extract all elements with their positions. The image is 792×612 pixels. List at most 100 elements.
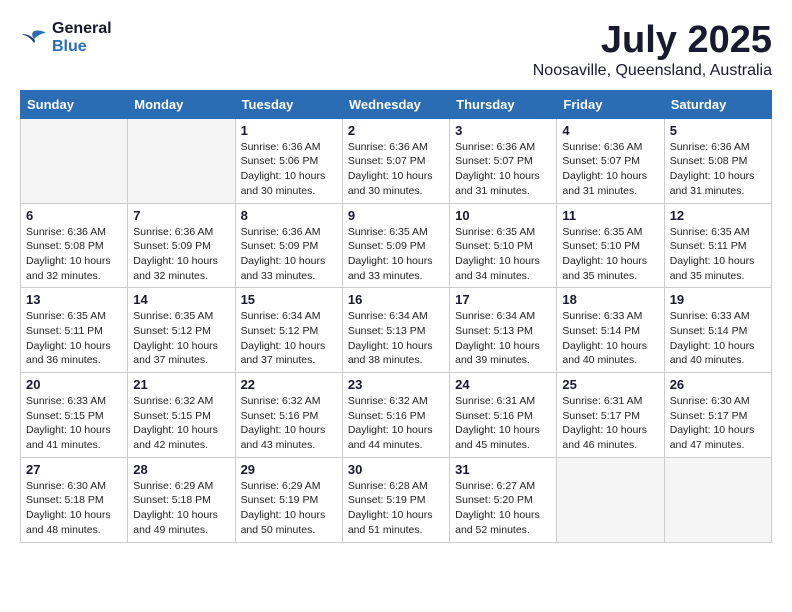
- calendar-cell: 14 Sunrise: 6:35 AM Sunset: 5:12 PM Dayli…: [128, 288, 235, 373]
- day-number: 22: [241, 377, 337, 392]
- day-number: 6: [26, 208, 122, 223]
- calendar-cell: 16 Sunrise: 6:34 AM Sunset: 5:13 PM Dayli…: [342, 288, 449, 373]
- day-info: Sunrise: 6:32 AM Sunset: 5:15 PM Dayligh…: [133, 394, 229, 453]
- day-info: Sunrise: 6:36 AM Sunset: 5:07 PM Dayligh…: [348, 140, 444, 199]
- day-info: Sunrise: 6:36 AM Sunset: 5:08 PM Dayligh…: [26, 225, 122, 284]
- day-info: Sunrise: 6:35 AM Sunset: 5:11 PM Dayligh…: [26, 309, 122, 368]
- day-number: 27: [26, 462, 122, 477]
- day-number: 10: [455, 208, 551, 223]
- day-info: Sunrise: 6:35 AM Sunset: 5:12 PM Dayligh…: [133, 309, 229, 368]
- calendar-cell: 20 Sunrise: 6:33 AM Sunset: 5:15 PM Dayli…: [21, 373, 128, 458]
- calendar-cell: 31 Sunrise: 6:27 AM Sunset: 5:20 PM Dayli…: [450, 457, 557, 542]
- day-number: 23: [348, 377, 444, 392]
- day-number: 21: [133, 377, 229, 392]
- weekday-header-saturday: Saturday: [664, 90, 771, 118]
- day-info: Sunrise: 6:29 AM Sunset: 5:19 PM Dayligh…: [241, 479, 337, 538]
- week-row-5: 27 Sunrise: 6:30 AM Sunset: 5:18 PM Dayli…: [21, 457, 772, 542]
- day-info: Sunrise: 6:29 AM Sunset: 5:18 PM Dayligh…: [133, 479, 229, 538]
- day-number: 7: [133, 208, 229, 223]
- day-info: Sunrise: 6:35 AM Sunset: 5:10 PM Dayligh…: [455, 225, 551, 284]
- calendar-cell: 29 Sunrise: 6:29 AM Sunset: 5:19 PM Dayli…: [235, 457, 342, 542]
- calendar-cell: [664, 457, 771, 542]
- day-number: 24: [455, 377, 551, 392]
- day-info: Sunrise: 6:33 AM Sunset: 5:15 PM Dayligh…: [26, 394, 122, 453]
- day-number: 16: [348, 292, 444, 307]
- weekday-header-sunday: Sunday: [21, 90, 128, 118]
- calendar-cell: 25 Sunrise: 6:31 AM Sunset: 5:17 PM Dayli…: [557, 373, 664, 458]
- calendar-cell: 12 Sunrise: 6:35 AM Sunset: 5:11 PM Dayli…: [664, 203, 771, 288]
- day-number: 1: [241, 123, 337, 138]
- calendar-cell: [128, 118, 235, 203]
- day-number: 20: [26, 377, 122, 392]
- calendar-cell: 15 Sunrise: 6:34 AM Sunset: 5:12 PM Dayli…: [235, 288, 342, 373]
- day-number: 19: [670, 292, 766, 307]
- day-info: Sunrise: 6:36 AM Sunset: 5:09 PM Dayligh…: [133, 225, 229, 284]
- calendar-cell: 13 Sunrise: 6:35 AM Sunset: 5:11 PM Dayli…: [21, 288, 128, 373]
- day-number: 15: [241, 292, 337, 307]
- calendar-cell: 28 Sunrise: 6:29 AM Sunset: 5:18 PM Dayli…: [128, 457, 235, 542]
- day-info: Sunrise: 6:35 AM Sunset: 5:09 PM Dayligh…: [348, 225, 444, 284]
- calendar-cell: 30 Sunrise: 6:28 AM Sunset: 5:19 PM Dayli…: [342, 457, 449, 542]
- calendar-cell: 8 Sunrise: 6:36 AM Sunset: 5:09 PM Daylig…: [235, 203, 342, 288]
- day-number: 26: [670, 377, 766, 392]
- week-row-1: 1 Sunrise: 6:36 AM Sunset: 5:06 PM Daylig…: [21, 118, 772, 203]
- day-number: 28: [133, 462, 229, 477]
- day-number: 12: [670, 208, 766, 223]
- day-number: 30: [348, 462, 444, 477]
- calendar-table: SundayMondayTuesdayWednesdayThursdayFrid…: [20, 90, 772, 543]
- calendar-cell: [557, 457, 664, 542]
- logo: General Blue: [20, 20, 112, 55]
- day-info: Sunrise: 6:35 AM Sunset: 5:11 PM Dayligh…: [670, 225, 766, 284]
- calendar-cell: 23Sunrise: 6:32 AM Sunset: 5:16 PM Dayli…: [342, 373, 449, 458]
- day-info: Sunrise: 6:32 AM Sunset: 5:16 PM Dayligh…: [241, 394, 337, 453]
- day-info: Sunrise: 6:34 AM Sunset: 5:13 PM Dayligh…: [348, 309, 444, 368]
- day-number: 25: [562, 377, 658, 392]
- week-row-2: 6 Sunrise: 6:36 AM Sunset: 5:08 PM Daylig…: [21, 203, 772, 288]
- day-number: 9: [348, 208, 444, 223]
- day-number: 2: [348, 123, 444, 138]
- day-info: Sunrise: 6:36 AM Sunset: 5:09 PM Dayligh…: [241, 225, 337, 284]
- day-info: Sunrise: 6:30 AM Sunset: 5:18 PM Dayligh…: [26, 479, 122, 538]
- calendar-cell: 5Sunrise: 6:36 AM Sunset: 5:08 PM Daylig…: [664, 118, 771, 203]
- day-info: Sunrise: 6:31 AM Sunset: 5:17 PM Dayligh…: [562, 394, 658, 453]
- logo-bird-icon: [20, 27, 48, 49]
- main-title: July 2025: [533, 20, 772, 62]
- day-number: 8: [241, 208, 337, 223]
- week-row-4: 20 Sunrise: 6:33 AM Sunset: 5:15 PM Dayli…: [21, 373, 772, 458]
- day-number: 3: [455, 123, 551, 138]
- day-info: Sunrise: 6:36 AM Sunset: 5:08 PM Dayligh…: [670, 140, 766, 199]
- calendar-cell: 2 Sunrise: 6:36 AM Sunset: 5:07 PM Daylig…: [342, 118, 449, 203]
- day-number: 14: [133, 292, 229, 307]
- day-info: Sunrise: 6:33 AM Sunset: 5:14 PM Dayligh…: [562, 309, 658, 368]
- calendar-cell: 19Sunrise: 6:33 AM Sunset: 5:14 PM Dayli…: [664, 288, 771, 373]
- calendar-cell: 18Sunrise: 6:33 AM Sunset: 5:14 PM Dayli…: [557, 288, 664, 373]
- calendar-cell: 3Sunrise: 6:36 AM Sunset: 5:07 PM Daylig…: [450, 118, 557, 203]
- weekday-header-monday: Monday: [128, 90, 235, 118]
- week-row-3: 13 Sunrise: 6:35 AM Sunset: 5:11 PM Dayli…: [21, 288, 772, 373]
- logo-text: General Blue: [52, 20, 112, 55]
- weekday-header-row: SundayMondayTuesdayWednesdayThursdayFrid…: [21, 90, 772, 118]
- day-number: 13: [26, 292, 122, 307]
- day-number: 4: [562, 123, 658, 138]
- day-number: 31: [455, 462, 551, 477]
- calendar-cell: 27 Sunrise: 6:30 AM Sunset: 5:18 PM Dayli…: [21, 457, 128, 542]
- calendar-cell: 26 Sunrise: 6:30 AM Sunset: 5:17 PM Dayli…: [664, 373, 771, 458]
- day-info: Sunrise: 6:27 AM Sunset: 5:20 PM Dayligh…: [455, 479, 551, 538]
- calendar-cell: 10 Sunrise: 6:35 AM Sunset: 5:10 PM Dayli…: [450, 203, 557, 288]
- day-number: 29: [241, 462, 337, 477]
- day-info: Sunrise: 6:34 AM Sunset: 5:12 PM Dayligh…: [241, 309, 337, 368]
- title-block: July 2025 Noosaville, Queensland, Austra…: [533, 20, 772, 80]
- calendar-cell: 9 Sunrise: 6:35 AM Sunset: 5:09 PM Daylig…: [342, 203, 449, 288]
- calendar-cell: [21, 118, 128, 203]
- day-info: Sunrise: 6:34 AM Sunset: 5:13 PM Dayligh…: [455, 309, 551, 368]
- calendar-cell: 7 Sunrise: 6:36 AM Sunset: 5:09 PM Daylig…: [128, 203, 235, 288]
- day-info: Sunrise: 6:30 AM Sunset: 5:17 PM Dayligh…: [670, 394, 766, 453]
- calendar-cell: 11Sunrise: 6:35 AM Sunset: 5:10 PM Dayli…: [557, 203, 664, 288]
- calendar-cell: 24 Sunrise: 6:31 AM Sunset: 5:16 PM Dayli…: [450, 373, 557, 458]
- day-number: 17: [455, 292, 551, 307]
- day-info: Sunrise: 6:31 AM Sunset: 5:16 PM Dayligh…: [455, 394, 551, 453]
- subtitle: Noosaville, Queensland, Australia: [533, 62, 772, 80]
- calendar-cell: 1 Sunrise: 6:36 AM Sunset: 5:06 PM Daylig…: [235, 118, 342, 203]
- day-info: Sunrise: 6:28 AM Sunset: 5:19 PM Dayligh…: [348, 479, 444, 538]
- day-info: Sunrise: 6:36 AM Sunset: 5:06 PM Dayligh…: [241, 140, 337, 199]
